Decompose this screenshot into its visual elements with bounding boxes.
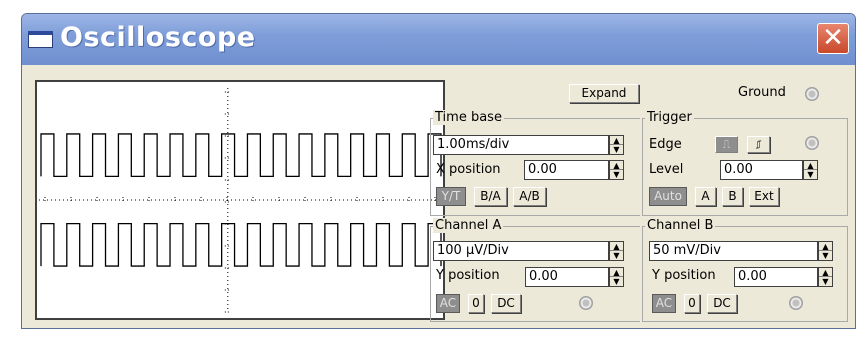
waveform-display — [39, 88, 442, 313]
close-button[interactable]: ✕ — [817, 23, 849, 54]
oscilloscope-window: Oscilloscope ✕ Expand Ground Time base 1… — [21, 13, 856, 329]
falling-edge-icon: ⎎ — [755, 138, 762, 151]
x-position-input[interactable]: 0.00 — [524, 160, 609, 180]
spin-down-icon[interactable]: ▼ — [819, 251, 832, 260]
spin-up-icon[interactable]: ▲ — [610, 136, 623, 145]
expand-button[interactable]: Expand — [569, 84, 639, 103]
spin-down-icon[interactable]: ▼ — [610, 145, 623, 154]
spin-up-icon[interactable]: ▲ — [819, 268, 832, 277]
spin-down-icon[interactable]: ▼ — [819, 277, 832, 286]
waveform-trace-upper — [40, 133, 442, 178]
channel-a-ypos-spinner[interactable]: ▲ ▼ — [609, 267, 624, 287]
close-icon: ✕ — [822, 23, 844, 53]
trigger-title: Trigger — [645, 110, 694, 125]
spin-up-icon[interactable]: ▲ — [819, 242, 832, 251]
x-position-spinner[interactable]: ▲ ▼ — [609, 160, 624, 180]
channel-b-dc-button[interactable]: DC — [707, 294, 737, 313]
title-bar[interactable]: Oscilloscope ✕ — [22, 14, 855, 65]
trigger-level-spinner[interactable]: ▲ ▼ — [803, 160, 818, 180]
channel-a-ypos-input[interactable]: 0.00 — [525, 267, 609, 287]
window-title: Oscilloscope — [60, 22, 256, 53]
rising-edge-icon: ⎍ — [722, 138, 731, 151]
trigger-b-button[interactable]: B — [722, 187, 743, 206]
channel-b-ypos-label: Y position — [652, 268, 716, 283]
channel-b-ypos-input[interactable]: 0.00 — [734, 267, 818, 287]
level-label: Level — [649, 162, 684, 177]
ground-label: Ground — [738, 85, 786, 100]
trigger-a-button[interactable]: A — [695, 187, 716, 206]
window-icon — [28, 31, 53, 48]
channel-b-terminal[interactable] — [789, 296, 803, 310]
channel-b-ypos-spinner[interactable]: ▲ ▼ — [818, 267, 833, 287]
channel-b-scale-spinner[interactable]: ▲ ▼ — [818, 241, 833, 261]
spin-down-icon[interactable]: ▼ — [610, 251, 623, 260]
mode-ab-button[interactable]: A/B — [513, 187, 546, 206]
waveform-trace-lower — [40, 222, 442, 267]
ground-terminal[interactable] — [805, 87, 819, 101]
channel-b-ac-button[interactable]: AC — [652, 294, 676, 313]
spin-down-icon[interactable]: ▼ — [610, 170, 623, 179]
spin-up-icon[interactable]: ▲ — [610, 161, 623, 170]
mode-yt-button[interactable]: Y/T — [436, 187, 466, 206]
x-position-label: X position — [436, 162, 501, 177]
trigger-level-input[interactable]: 0.00 — [720, 160, 803, 180]
spin-up-icon[interactable]: ▲ — [610, 242, 623, 251]
channel-a-scale-input[interactable]: 100 µV/Div — [433, 241, 609, 261]
trigger-terminal[interactable] — [805, 136, 819, 150]
channel-a-scale-spinner[interactable]: ▲ ▼ — [609, 241, 624, 261]
spin-up-icon[interactable]: ▲ — [610, 268, 623, 277]
spin-down-icon[interactable]: ▼ — [610, 277, 623, 286]
rising-edge-button[interactable]: ⎍ — [715, 136, 738, 153]
channel-a-dc-button[interactable]: DC — [491, 294, 521, 313]
falling-edge-button[interactable]: ⎎ — [747, 136, 770, 153]
edge-label: Edge — [649, 137, 682, 152]
timebase-title: Time base — [433, 110, 504, 125]
spin-up-icon[interactable]: ▲ — [804, 161, 817, 170]
channel-b-title: Channel B — [645, 218, 716, 233]
channel-a-terminal[interactable] — [579, 296, 593, 310]
channel-a-title: Channel A — [433, 218, 504, 233]
oscilloscope-screen — [35, 80, 445, 320]
timebase-scale-input[interactable]: 1.00ms/div — [433, 135, 609, 155]
spin-down-icon[interactable]: ▼ — [804, 170, 817, 179]
trigger-auto-button[interactable]: Auto — [649, 187, 687, 206]
trigger-ext-button[interactable]: Ext — [749, 187, 779, 206]
channel-a-ac-button[interactable]: AC — [436, 294, 460, 313]
mode-ba-button[interactable]: B/A — [474, 187, 507, 206]
channel-a-ypos-label: Y position — [436, 268, 500, 283]
timebase-scale-spinner[interactable]: ▲ ▼ — [609, 135, 624, 155]
channel-b-zero-button[interactable]: 0 — [684, 294, 700, 313]
channel-a-zero-button[interactable]: 0 — [468, 294, 484, 313]
channel-b-scale-input[interactable]: 50 mV/Div — [649, 241, 818, 261]
